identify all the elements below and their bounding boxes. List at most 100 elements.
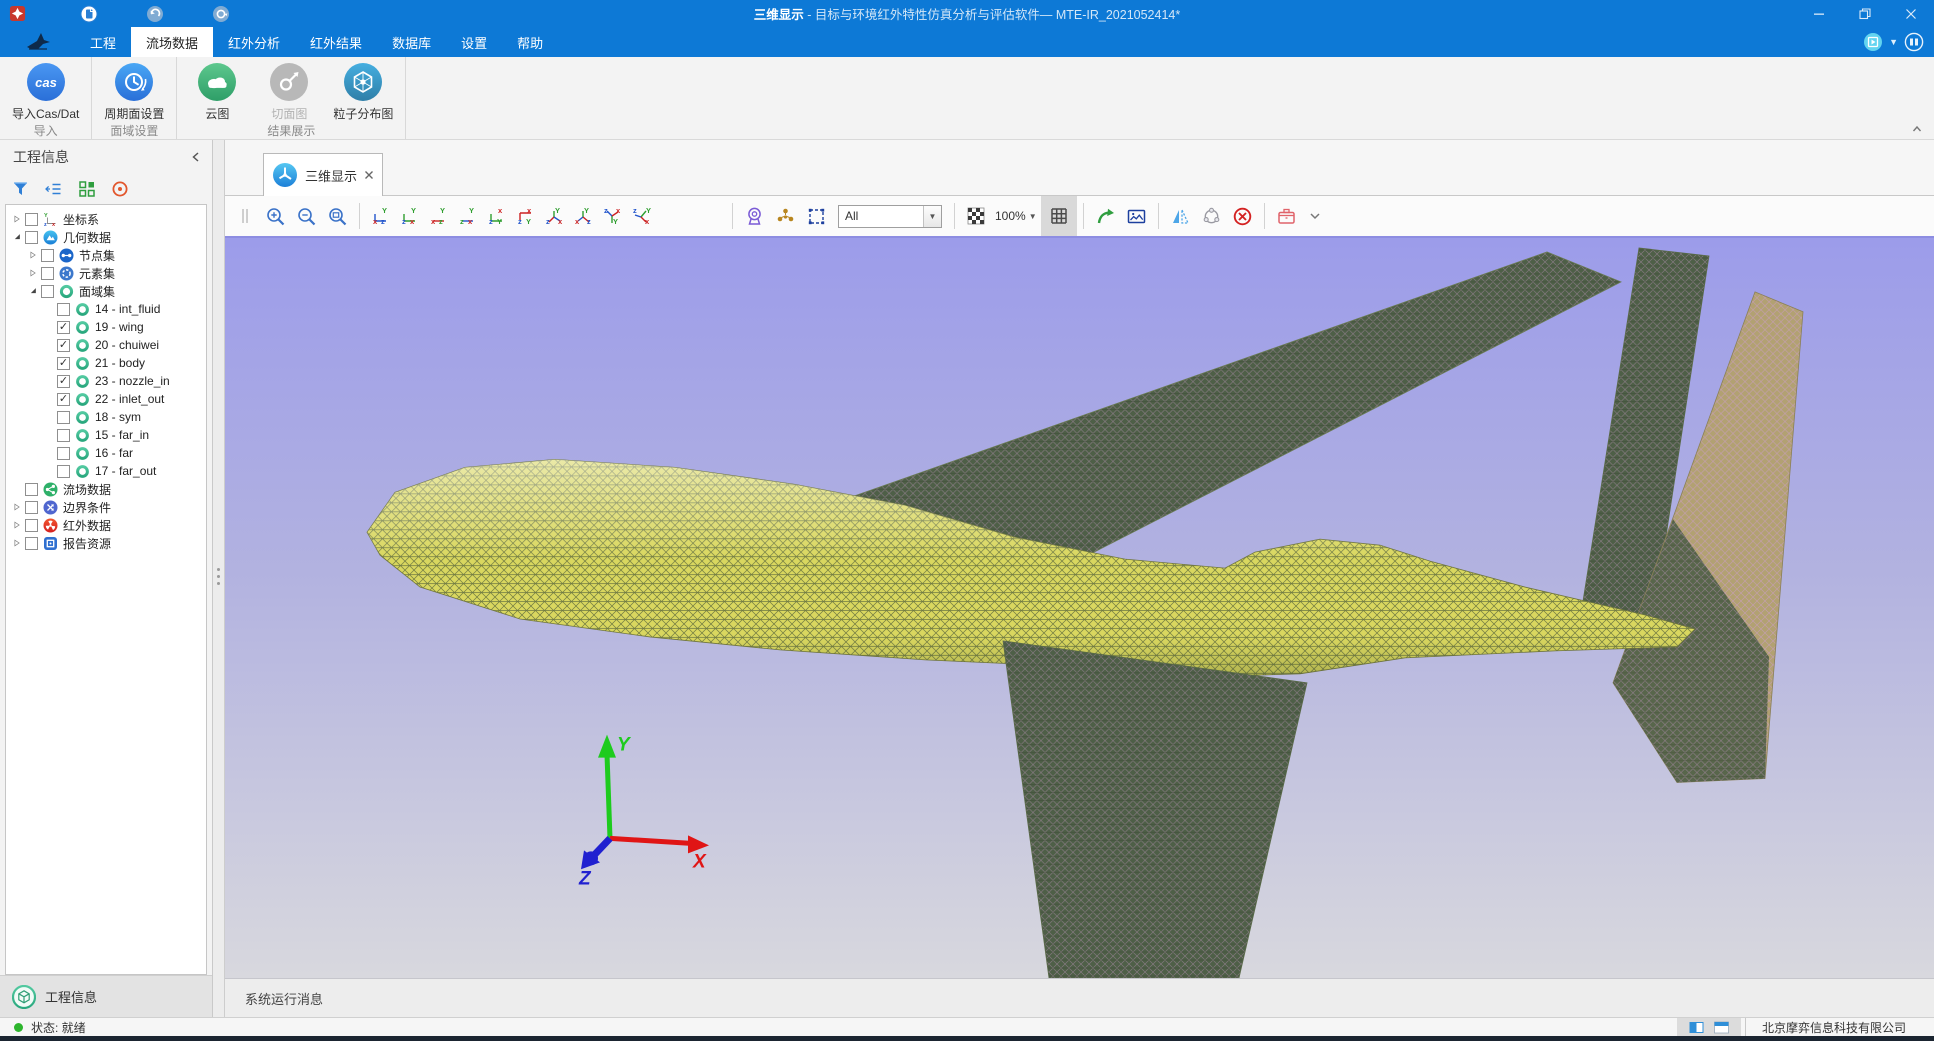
new-document-button[interactable] [77,3,101,25]
view-bottom-button[interactable]: zYx [511,196,540,236]
collapse-list-button[interactable] [45,180,63,198]
help-manual-button[interactable] [1904,32,1924,52]
save-image-button[interactable] [1121,196,1152,236]
tree-checkbox[interactable] [57,411,70,424]
tree-checkbox[interactable] [57,447,70,460]
tree-checkbox[interactable] [57,429,70,442]
combo-dropdown-arrow-icon[interactable]: ▼ [923,206,941,227]
tree-collapsed-icon[interactable] [26,268,40,278]
layout-b-button[interactable] [1714,1020,1729,1035]
tree-row-10[interactable]: ✓22 - inlet_out [6,390,206,408]
menu-item-0[interactable]: 工程 [75,27,131,57]
cas-import-button[interactable]: cas导入Cas/Dat [4,62,87,122]
tree-checkbox[interactable] [41,285,54,298]
period-plane-button[interactable]: 周期面设置 [96,62,172,122]
panel-collapse-button[interactable] [190,151,202,163]
ribbon-collapse-button[interactable] [1910,122,1924,136]
menu-item-6[interactable]: 帮助 [502,27,558,57]
view-iso-sw-button[interactable]: Yzx [627,196,656,236]
cancel-operation-button[interactable] [1227,196,1258,236]
particle-map-button[interactable]: 粒子分布图 [325,62,401,122]
tree-row-6[interactable]: ✓19 - wing [6,318,206,336]
tree-collapsed-icon[interactable] [26,250,40,260]
tree-row-7[interactable]: ✓20 - chuiwei [6,336,206,354]
minimize-button[interactable] [1796,0,1842,27]
tree-collapsed-icon[interactable] [10,520,24,530]
cloud-map-button[interactable]: 云图 [181,62,253,122]
rect-select-button[interactable] [801,196,832,236]
tree-row-5[interactable]: 14 - int_fluid [6,300,206,318]
view-iso-ne-button[interactable]: Yzx [540,196,569,236]
tree-checkbox[interactable] [57,465,70,478]
orbit-rotate-button[interactable] [1196,196,1227,236]
mirror-view-button[interactable] [1165,196,1196,236]
projection-camera-button[interactable] [739,196,770,236]
tree-checkbox[interactable]: ✓ [57,339,70,352]
tree-checkbox[interactable] [25,519,38,532]
tree-row-16[interactable]: 边界条件 [6,498,206,516]
tree-checkbox[interactable] [25,483,38,496]
tab-close-button[interactable] [364,170,374,180]
tab-3d-display[interactable]: 三维显示 [263,153,383,196]
aircraft-3d-render[interactable]: Y X Z [225,238,1934,978]
close-button[interactable] [1888,0,1934,27]
menu-item-5[interactable]: 设置 [446,27,502,57]
display-filter-combo[interactable]: All▼ [838,205,942,228]
more-options-chevron-button[interactable] [1302,196,1328,236]
tree-row-13[interactable]: 16 - far [6,444,206,462]
menu-item-2[interactable]: 红外分析 [213,27,295,57]
particle-select-button[interactable] [770,196,801,236]
viewport-3d[interactable]: Y X Z [225,236,1934,978]
redo-button[interactable] [209,3,233,25]
tree-checkbox[interactable]: ✓ [57,393,70,406]
undo-button[interactable] [143,3,167,25]
tree-row-8[interactable]: ✓21 - body [6,354,206,372]
menu-item-1[interactable]: 流场数据 [131,27,213,57]
tree-checkbox[interactable] [25,213,38,226]
tree-checkbox[interactable] [57,303,70,316]
tree-checkbox[interactable] [25,231,38,244]
tree-checkbox[interactable] [41,249,54,262]
group-view-button[interactable] [78,180,96,198]
view-top-button[interactable]: zYx [482,196,511,236]
tree-row-12[interactable]: 15 - far_in [6,426,206,444]
menu-item-3[interactable]: 红外结果 [295,27,377,57]
view-iso-se-button[interactable]: zxY [598,196,627,236]
tree-collapsed-icon[interactable] [10,538,24,548]
tree-row-9[interactable]: ✓23 - nozzle_in [6,372,206,390]
zoom-fit-button[interactable] [322,196,353,236]
save-scene-button[interactable] [1271,196,1302,236]
display-grid-button[interactable] [1041,196,1077,236]
tree-checkbox[interactable]: ✓ [57,375,70,388]
tree-row-4[interactable]: 面域集 [6,282,206,300]
tree-row-3[interactable]: 元素集 [6,264,206,282]
export-share-button[interactable] [1090,196,1121,236]
tree-checkbox[interactable] [25,501,38,514]
view-right-button[interactable]: zxY [453,196,482,236]
layout-a-button[interactable] [1689,1020,1704,1035]
theme-switch-button[interactable] [1863,32,1883,52]
tree-checkbox[interactable]: ✓ [57,321,70,334]
drag-handle-button[interactable] [230,196,260,236]
menu-item-4[interactable]: 数据库 [377,27,446,57]
tree-checkbox[interactable] [25,537,38,550]
locate-target-button[interactable] [111,180,129,198]
filter-funnel-button[interactable] [12,180,30,198]
tree-checkbox[interactable]: ✓ [57,357,70,370]
pinned-app-button[interactable] [5,3,29,25]
tree-row-17[interactable]: 红外数据 [6,516,206,534]
transparency-checker-button[interactable] [961,196,991,236]
tree-row-1[interactable]: 几何数据 [6,228,206,246]
tree-row-18[interactable]: 报告资源 [6,534,206,552]
tree-row-14[interactable]: 17 - far_out [6,462,206,480]
panel-footer-tab[interactable]: 工程信息 [0,975,212,1017]
view-iso-nw-button[interactable]: Yxz [569,196,598,236]
zoom-in-button[interactable] [260,196,291,236]
panel-splitter[interactable] [213,140,225,1017]
tree-expanded-icon[interactable] [10,232,24,242]
theme-caret-icon[interactable]: ▼ [1889,37,1898,47]
tree-row-11[interactable]: 18 - sym [6,408,206,426]
tree-expanded-icon[interactable] [26,286,40,296]
tree-row-15[interactable]: 流场数据 [6,480,206,498]
restore-button[interactable] [1842,0,1888,27]
